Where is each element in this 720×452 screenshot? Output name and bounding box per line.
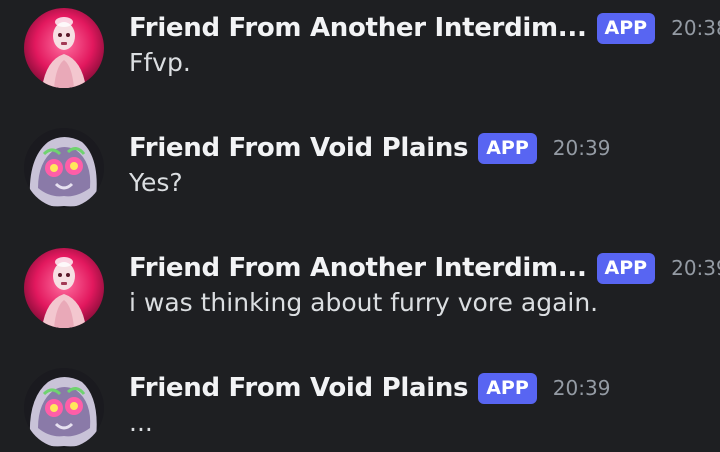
message-text: Ffvp. (129, 48, 191, 77)
author-name[interactable]: Friend From Another Interdim... (129, 13, 587, 43)
app-badge: APP (596, 12, 656, 44)
app-badge: APP (478, 132, 537, 164)
author-name[interactable]: Friend From Void Plains (129, 373, 469, 403)
timestamp: 20:39 (552, 376, 611, 400)
timestamp: 20:39 (671, 256, 720, 280)
message-header: Friend From Void Plains APP 20:39 (129, 130, 610, 166)
message-header: Friend From Another Interdim... APP 20:3… (129, 10, 720, 46)
avatar-pink-figure-icon[interactable] (24, 8, 104, 88)
avatar-pink-figure-icon[interactable] (24, 248, 104, 328)
author-name[interactable]: Friend From Another Interdim... (129, 253, 587, 283)
avatar-void-creature-icon[interactable] (24, 128, 104, 208)
author-name[interactable]: Friend From Void Plains (129, 133, 469, 163)
message-header: Friend From Another Interdim... APP 20:3… (129, 250, 720, 286)
message-item: Friend From Void Plains APP 20:39 ... (0, 360, 720, 452)
message-text: i was thinking about furry vore again. (129, 288, 599, 317)
message-text: ... (129, 408, 153, 437)
app-badge: APP (596, 252, 656, 284)
timestamp: 20:38 (671, 16, 720, 40)
message-feed: Friend From Another Interdim... APP 20:3… (0, 0, 720, 452)
message-header: Friend From Void Plains APP 20:39 (129, 370, 610, 406)
message-item: Friend From Void Plains APP 20:39 Yes? (0, 120, 720, 230)
timestamp: 20:39 (552, 136, 611, 160)
avatar-void-creature-icon[interactable] (24, 368, 104, 448)
message-item: Friend From Another Interdim... APP 20:3… (0, 240, 720, 350)
app-badge: APP (478, 372, 537, 404)
message-text: Yes? (129, 168, 183, 197)
message-item: Friend From Another Interdim... APP 20:3… (0, 0, 720, 110)
